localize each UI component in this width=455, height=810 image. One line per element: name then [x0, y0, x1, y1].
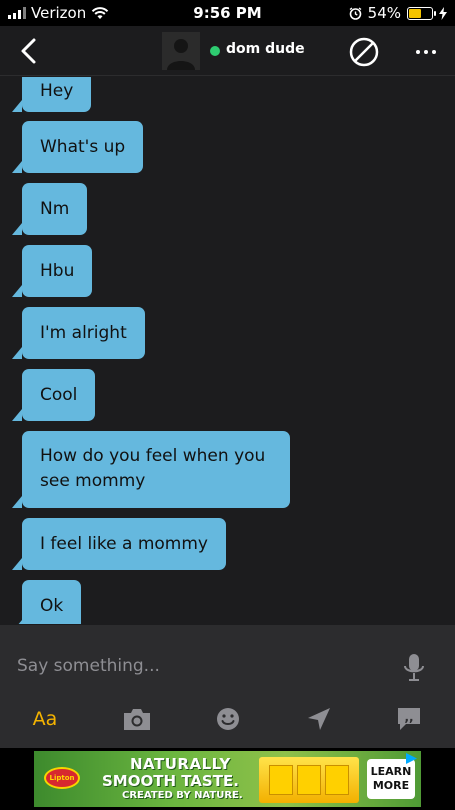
message-bubble[interactable]: Ok [11, 580, 82, 624]
ad-tagline: CREATED BY NATURE. [122, 790, 243, 801]
ad-product-image [259, 757, 359, 803]
message-bubble[interactable]: Cool [11, 369, 96, 421]
online-status-dot [210, 46, 220, 56]
more-icon[interactable] [410, 36, 442, 68]
message-bubble[interactable]: I'm alright [12, 307, 145, 359]
microphone-icon[interactable] [403, 653, 425, 683]
ad-banner[interactable]: Lipton NATURALLY SMOOTH TASTE. CREATED B… [0, 748, 455, 810]
avatar[interactable] [162, 32, 200, 70]
ad-learn-more-button[interactable]: LEARN MORE [367, 759, 415, 799]
back-arrow-icon[interactable] [14, 36, 44, 66]
message-list[interactable]: Hey What's up Nm Hbu I'm alright Cool Ho… [0, 77, 455, 624]
message-bubble[interactable]: Hey [11, 77, 92, 112]
message-input[interactable]: Say something... [17, 656, 160, 676]
status-bar: Verizon 9:56 PM 54% [0, 0, 455, 26]
camera-icon[interactable] [122, 706, 152, 732]
message-bubble[interactable]: I feel like a mommy [12, 518, 226, 570]
block-icon[interactable] [348, 36, 380, 68]
message-bubble[interactable]: How do you feel when you see mommy [12, 431, 290, 508]
ad-headline-2: SMOOTH TASTE. [102, 772, 239, 790]
message-bubble[interactable]: Nm [11, 183, 88, 235]
svg-text:,,: ,, [404, 710, 413, 724]
composer-toolbar: Aa ,, [0, 692, 455, 748]
saved-phrases-icon[interactable]: ,, [394, 706, 424, 732]
ad-creative[interactable]: Lipton NATURALLY SMOOTH TASTE. CREATED B… [34, 751, 421, 807]
chat-username[interactable]: dom dude [226, 41, 305, 57]
battery-percent: 54% [367, 4, 401, 22]
ad-brand-logo: Lipton [44, 767, 80, 789]
emoji-icon[interactable] [213, 706, 243, 732]
text-mode-button[interactable]: Aa [30, 706, 60, 732]
ad-headline-1: NATURALLY [130, 755, 231, 773]
chat-header: dom dude [0, 26, 455, 76]
battery-icon [407, 6, 436, 20]
message-bubble[interactable]: Hbu [11, 245, 93, 297]
location-icon[interactable] [304, 706, 334, 732]
message-bubble[interactable]: What's up [11, 121, 144, 173]
alarm-icon [349, 6, 362, 20]
charging-icon [439, 6, 447, 20]
